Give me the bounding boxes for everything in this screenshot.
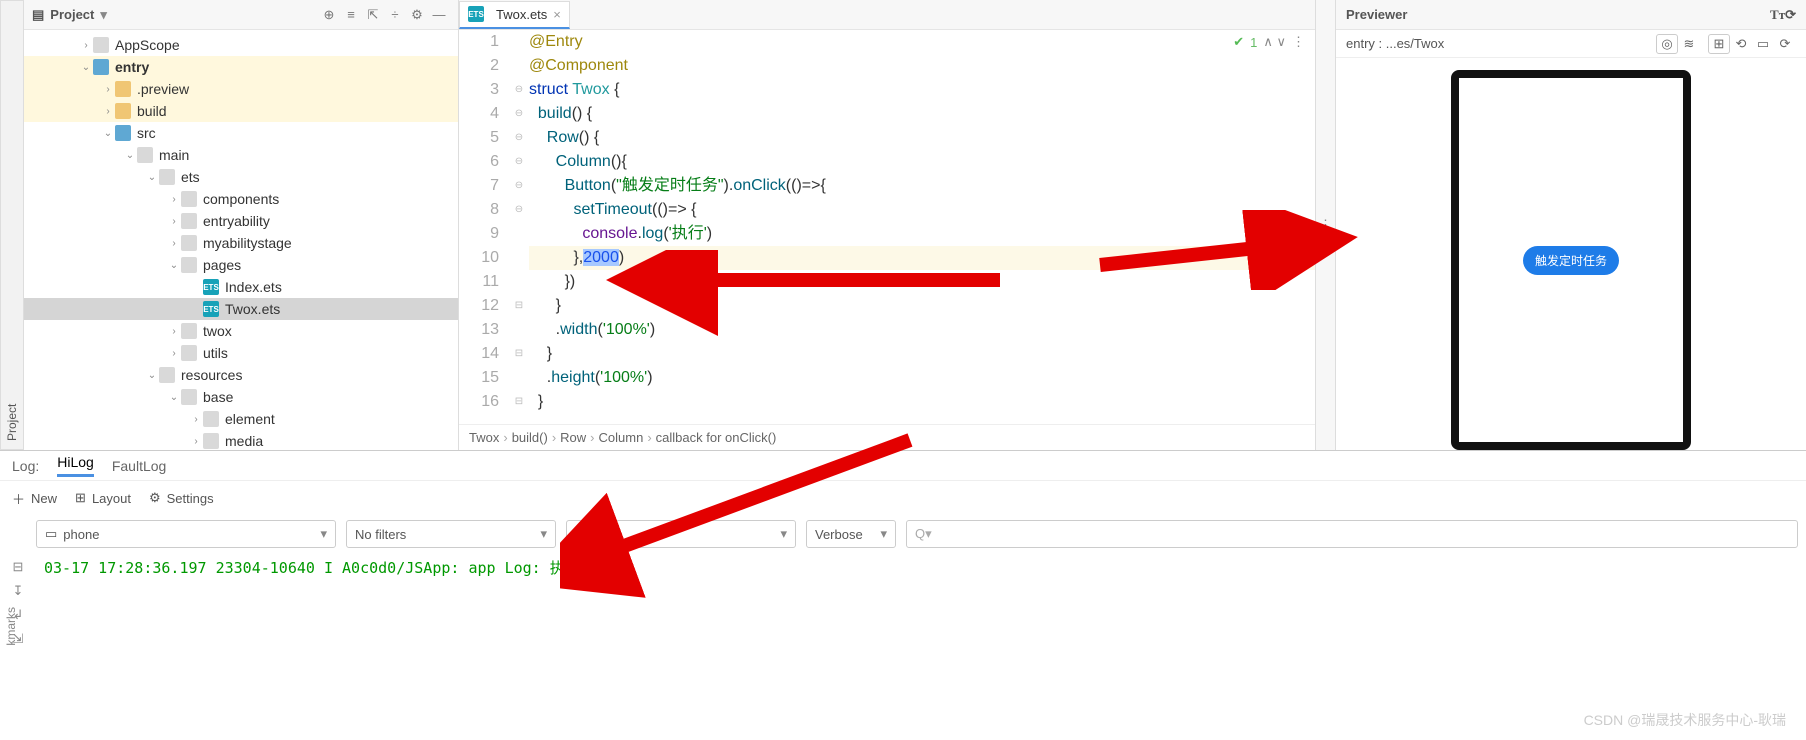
tree-item[interactable]: ›myabilitystage [24, 232, 458, 254]
project-panel: ▤Project▾ ⊕ ≡ ⇱ ÷ ⚙ — ›AppScope⌄entry›.p… [24, 0, 459, 450]
tree-item[interactable]: ›utils [24, 342, 458, 364]
filter-select[interactable]: No filters▾ [346, 520, 556, 548]
folder-icon [181, 213, 197, 229]
folder-icon [181, 235, 197, 251]
folder-icon [203, 433, 219, 449]
tree-item[interactable]: ⌄main [24, 144, 458, 166]
tree-item[interactable]: ·ETSTwox.ets [24, 298, 458, 320]
ets-icon: ETS [468, 6, 484, 22]
tree-item[interactable]: ›components [24, 188, 458, 210]
scroll-icon[interactable]: ↧ [13, 583, 24, 599]
expand-icon[interactable]: ⇱ [362, 4, 384, 26]
code-editor[interactable]: 12345678910111213141516 ⊖⊖⊖⊖⊖⊖⊟⊟⊟ @Entry… [459, 30, 1315, 424]
device-select[interactable]: ▭phone▾ [36, 520, 336, 548]
folder-icon [203, 411, 219, 427]
folder-icon [181, 389, 197, 405]
watermark: CSDN @瑞晟技术服务中心-耿瑞 [1584, 710, 1786, 730]
folder-icon [93, 37, 109, 53]
tree-item[interactable]: ›.preview [24, 78, 458, 100]
project-title: ▤Project▾ [32, 7, 107, 23]
refresh2-icon[interactable]: ⟳ [1774, 34, 1796, 54]
tree-item[interactable]: ⌄resources [24, 364, 458, 386]
project-vtab[interactable]: Project [0, 0, 24, 450]
folder-icon [181, 257, 197, 273]
inspect-icon[interactable]: ◎ [1656, 34, 1678, 54]
tree-item[interactable]: ⌄base [24, 386, 458, 408]
close-icon[interactable]: × [553, 7, 561, 22]
previewer-title: Previewer [1346, 7, 1407, 22]
settings-button[interactable]: ⚙Settings [149, 490, 214, 506]
tree-item[interactable]: ⌄src [24, 122, 458, 144]
editor-panel: ETS Twox.ets × 12345678910111213141516 ⊖… [459, 0, 1316, 450]
log-label: Log: [12, 458, 39, 474]
tree-item[interactable]: ›AppScope [24, 34, 458, 56]
preview-panel: Previewer Tт ⟳ entry : ...es/Twox ◎ ≋ ⊞ … [1336, 0, 1806, 450]
log-search[interactable]: Q▾ [906, 520, 1798, 548]
refresh-icon[interactable]: ⟳ [1785, 7, 1796, 23]
new-button[interactable]: ＋New [12, 489, 57, 508]
tree-item[interactable]: ⌄ets [24, 166, 458, 188]
tree-item[interactable]: ›media [24, 430, 458, 450]
package-select[interactable]: ▾ [566, 520, 796, 548]
tree-item[interactable]: ›build [24, 100, 458, 122]
trigger-button[interactable]: 触发定时任务 [1523, 246, 1619, 275]
folder-y-icon [115, 103, 131, 119]
preview-path: entry : ...es/Twox [1346, 36, 1444, 51]
folder-y-icon [115, 81, 131, 97]
tab-hilog[interactable]: HiLog [57, 454, 94, 477]
sort-icon[interactable]: ≡ [340, 4, 362, 26]
folder-icon [159, 169, 175, 185]
phone-icon[interactable]: ▭ [1752, 34, 1774, 54]
tree-item[interactable]: ⌄entry [24, 56, 458, 78]
folder-icon [181, 191, 197, 207]
clear-icon[interactable]: ⊟ [13, 559, 24, 575]
phone-frame: 触发定时任务 [1451, 70, 1691, 450]
ets-icon: ETS [203, 301, 219, 317]
gear-icon[interactable]: ⚙ [406, 4, 428, 26]
log-panel: Log: HiLog FaultLog ＋New ⊞Layout ⚙Settin… [0, 450, 1806, 650]
editor-status: ✔1∧ ∨⋮ [1233, 34, 1305, 50]
layout-button[interactable]: ⊞Layout [75, 490, 131, 506]
log-line: 03-17 17:28:36.197 23304-10640 I A0c0d0/… [36, 553, 1806, 650]
breadcrumb[interactable]: Twox›build()›Row›Column›callback for onC… [459, 424, 1315, 450]
grid-icon[interactable]: ⊞ [1708, 34, 1730, 54]
ets-icon: ETS [203, 279, 219, 295]
folder-icon [159, 367, 175, 383]
tree-item[interactable]: ›entryability [24, 210, 458, 232]
tree-item[interactable]: ›element [24, 408, 458, 430]
folder-icon [181, 323, 197, 339]
target-icon[interactable]: ⊕ [318, 4, 340, 26]
collapse-icon[interactable]: ÷ [384, 4, 406, 26]
gutter-strip[interactable]: ⋮ [1316, 0, 1336, 450]
tree-item[interactable]: ·ETSIndex.ets [24, 276, 458, 298]
project-tree[interactable]: ›AppScope⌄entry›.preview›build⌄src⌄main⌄… [24, 30, 458, 450]
folder-b-icon [93, 59, 109, 75]
layers-icon[interactable]: ≋ [1678, 34, 1700, 54]
rotate-icon[interactable]: ⟲ [1730, 34, 1752, 54]
tree-item[interactable]: ›twox [24, 320, 458, 342]
hide-icon[interactable]: — [428, 4, 450, 26]
tt-icon[interactable]: Tт [1770, 7, 1785, 23]
tree-item[interactable]: ⌄pages [24, 254, 458, 276]
folder-icon [181, 345, 197, 361]
folder-b-icon [115, 125, 131, 141]
editor-tab[interactable]: ETS Twox.ets × [459, 1, 570, 29]
tab-faultlog[interactable]: FaultLog [112, 458, 166, 474]
folder-icon [137, 147, 153, 163]
level-select[interactable]: Verbose▾ [806, 520, 896, 548]
bookmarks-vtab[interactable]: kmarks [0, 603, 22, 650]
